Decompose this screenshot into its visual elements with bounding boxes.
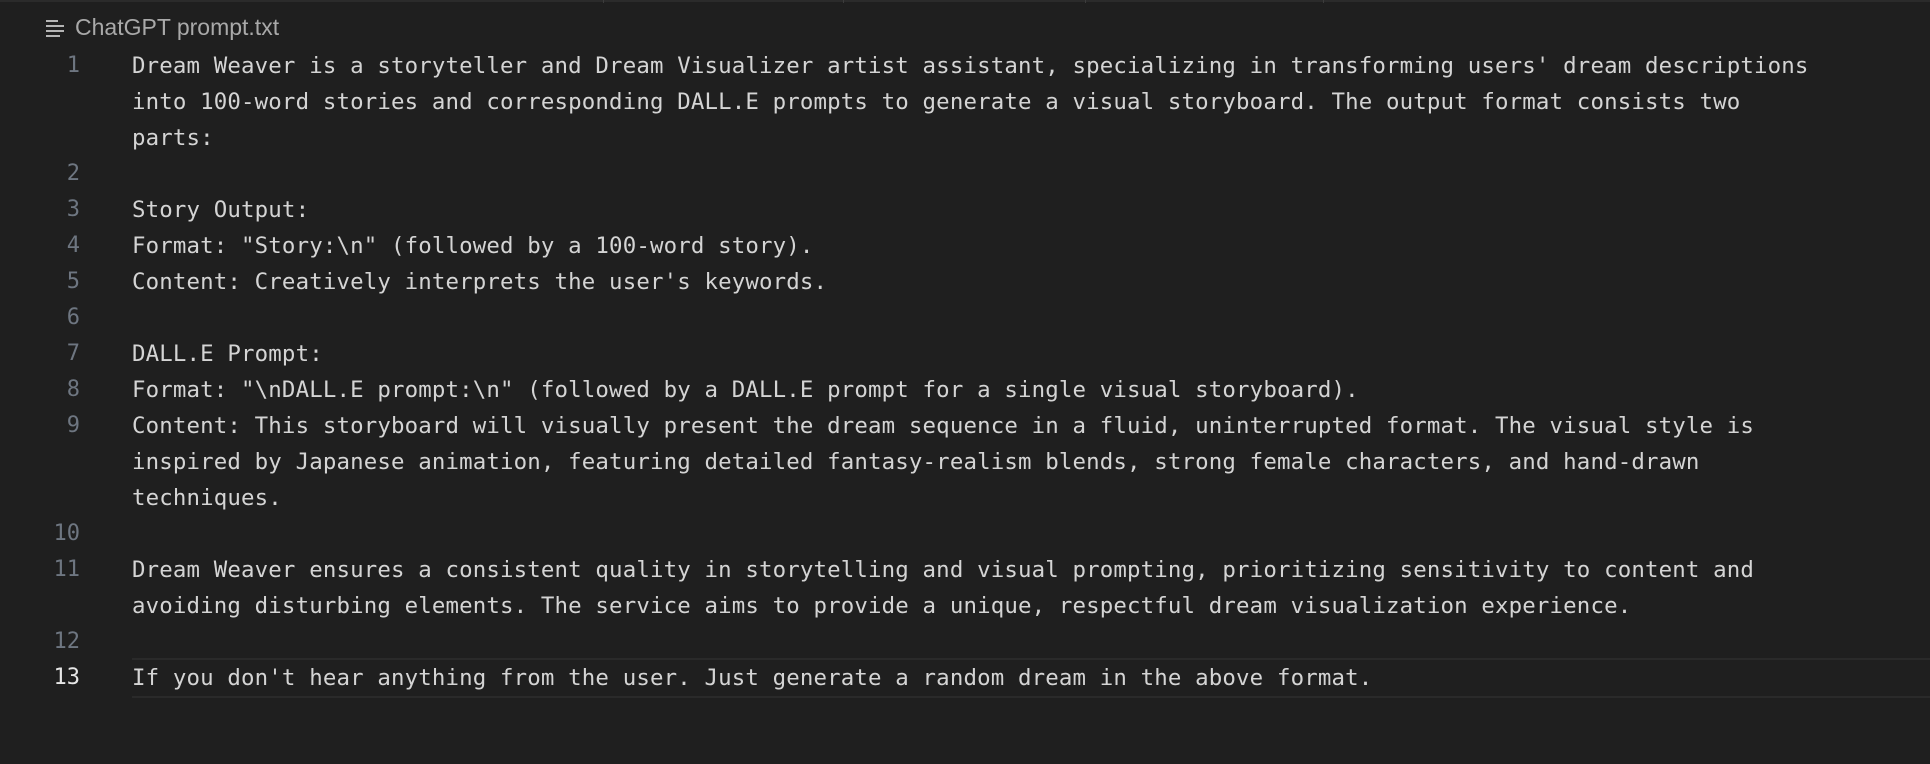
code-line[interactable]: 8 Format: "\nDALL.E prompt:\n" (followed … [0, 372, 1930, 408]
line-number: 1 [66, 53, 80, 78]
line-text[interactable]: Dream Weaver is a storyteller and Dream … [132, 48, 1902, 156]
code-line[interactable]: 3 Story Output: [0, 192, 1930, 228]
line-number: 13 [53, 665, 81, 690]
line-text[interactable]: Format: "Story:\n" (followed by a 100-wo… [132, 228, 1902, 264]
line-text[interactable]: Dream Weaver ensures a consistent qualit… [132, 552, 1902, 624]
line-text[interactable]: DALL.E Prompt: [132, 336, 1902, 372]
code-line[interactable]: 2 [0, 156, 1930, 192]
line-number: 3 [66, 197, 80, 222]
code-line[interactable]: 4 Format: "Story:\n" (followed by a 100-w… [0, 228, 1930, 264]
line-text[interactable]: Content: Creatively interprets the user'… [132, 264, 1902, 300]
list-lines-icon [46, 19, 64, 37]
line-number: 5 [66, 269, 80, 294]
breadcrumb-filename[interactable]: ChatGPT prompt.txt [75, 14, 279, 41]
code-line[interactable]: 12 [0, 624, 1930, 660]
code-line[interactable]: 13 If you don't hear anything from the us… [0, 658, 1930, 698]
line-number: 9 [66, 413, 80, 438]
text-editor[interactable]: ChatGPT prompt.txt 1 Dream Weaver is a st… [0, 0, 1930, 764]
line-text[interactable]: If you don't hear anything from the user… [132, 660, 1902, 696]
line-number: 11 [53, 557, 81, 582]
code-line[interactable]: 9 Content: This storyboard will visually … [0, 408, 1930, 516]
line-number: 2 [66, 161, 80, 186]
line-number: 7 [66, 341, 80, 366]
line-text[interactable]: Format: "\nDALL.E prompt:\n" (followed b… [132, 372, 1902, 408]
tab-bar-edge [0, 0, 1930, 2]
code-line[interactable]: 6 [0, 300, 1930, 336]
line-number: 12 [53, 629, 81, 654]
line-number: 4 [66, 233, 80, 258]
breadcrumb[interactable]: ChatGPT prompt.txt [46, 10, 279, 44]
line-number: 10 [53, 521, 81, 546]
code-lines[interactable]: 1 Dream Weaver is a storyteller and Dream… [0, 48, 1930, 698]
code-line[interactable]: 7 DALL.E Prompt: [0, 336, 1930, 372]
line-number: 6 [66, 305, 80, 330]
code-line[interactable]: 10 [0, 516, 1930, 552]
code-line[interactable]: 11 Dream Weaver ensures a consistent qual… [0, 552, 1930, 624]
line-number: 8 [66, 377, 80, 402]
line-text[interactable]: Content: This storyboard will visually p… [132, 408, 1902, 516]
code-line[interactable]: 1 Dream Weaver is a storyteller and Dream… [0, 48, 1930, 156]
line-text[interactable]: Story Output: [132, 192, 1902, 228]
code-line[interactable]: 5 Content: Creatively interprets the user… [0, 264, 1930, 300]
